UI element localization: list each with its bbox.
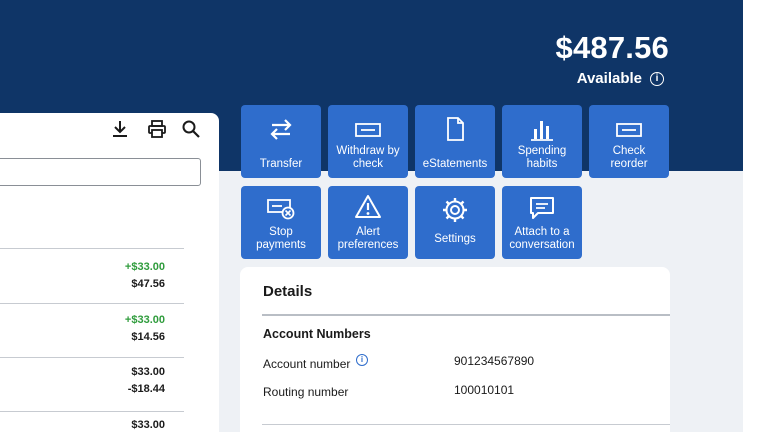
transaction-balance: -$18.44 <box>127 383 165 395</box>
account-numbers-heading: Account Numbers <box>263 327 371 341</box>
spending-label-line1: Spending <box>517 145 567 157</box>
check-icon <box>616 123 642 137</box>
account-number-label: Account number <box>263 357 351 371</box>
details-divider <box>262 424 670 425</box>
account-number-value: 901234567890 <box>454 354 535 368</box>
stop-payments-button[interactable]: Stop payments <box>241 186 321 259</box>
routing-number-label: Routing number <box>263 385 349 399</box>
transfer-label: Transfer <box>260 158 302 171</box>
estatements-label: eStatements <box>423 158 488 171</box>
chat-bubble-icon <box>530 197 554 219</box>
attach-label-line1: Attach to a <box>514 226 570 238</box>
settings-label-text: Settings <box>434 233 476 245</box>
download-icon[interactable] <box>110 119 130 139</box>
reorder-label: Check reorder <box>610 145 647 171</box>
bar-chart-icon <box>531 121 553 141</box>
transaction-divider <box>0 357 184 358</box>
spending-habits-button[interactable]: Spending habits <box>502 105 582 178</box>
stop-payment-icon <box>267 199 295 220</box>
stop-label: Stop payments <box>256 226 306 252</box>
warning-icon <box>355 195 381 218</box>
estatements-label-text: eStatements <box>422 158 488 170</box>
reorder-label-line2: reorder <box>610 158 648 170</box>
transfer-icon <box>270 119 292 140</box>
details-divider <box>262 314 670 316</box>
alert-label-line2: preferences <box>337 239 399 251</box>
transfer-label-text: Transfer <box>259 158 303 170</box>
attach-label: Attach to a conversation <box>509 226 574 252</box>
right-gutter <box>743 0 768 432</box>
available-balance-label: Available i <box>577 70 664 87</box>
stop-label-line2: payments <box>256 239 306 251</box>
settings-button[interactable]: Settings <box>415 186 495 259</box>
check-reorder-button[interactable]: Check reorder <box>589 105 669 178</box>
spending-label-line2: habits <box>526 158 558 170</box>
print-icon[interactable] <box>147 119 167 139</box>
info-icon[interactable]: i <box>650 71 664 86</box>
transaction-balance: $47.56 <box>131 278 165 290</box>
document-icon <box>447 117 464 141</box>
transaction-amount: $33.00 <box>131 366 165 378</box>
alert-label: Alert preferences <box>338 226 399 252</box>
available-label-text: Available <box>576 70 642 87</box>
withdraw-by-check-button[interactable]: Withdraw by check <box>328 105 408 178</box>
check-icon <box>355 123 381 137</box>
transaction-search-input[interactable] <box>0 158 201 186</box>
info-icon[interactable]: i <box>356 354 368 366</box>
details-title: Details <box>263 283 313 300</box>
search-icon[interactable] <box>181 119 201 139</box>
transaction-divider <box>0 248 184 249</box>
withdraw-label: Withdraw by check <box>336 145 399 171</box>
alert-label-line1: Alert <box>356 226 380 238</box>
reorder-label-line1: Check <box>612 145 646 157</box>
transaction-divider <box>0 411 184 412</box>
transaction-divider <box>0 303 184 304</box>
stop-label-line1: Stop <box>269 226 293 238</box>
transfer-button[interactable]: Transfer <box>241 105 321 178</box>
gear-icon <box>443 198 467 222</box>
transaction-balance: $14.56 <box>131 331 165 343</box>
attach-label-line2: conversation <box>509 239 575 251</box>
spending-label: Spending habits <box>518 145 567 171</box>
estatements-button[interactable]: eStatements <box>415 105 495 178</box>
settings-label: Settings <box>434 233 476 252</box>
available-balance-amount: $487.56 <box>555 30 669 65</box>
withdraw-label-line1: Withdraw by <box>336 145 400 157</box>
transaction-amount: +$33.00 <box>124 314 165 326</box>
alert-preferences-button[interactable]: Alert preferences <box>328 186 408 259</box>
routing-number-value: 100010101 <box>454 383 515 397</box>
withdraw-label-line2: check <box>352 158 384 170</box>
attach-to-conversation-button[interactable]: Attach to a conversation <box>502 186 582 259</box>
transaction-amount: +$33.00 <box>124 261 165 273</box>
transaction-amount: $33.00 <box>131 419 165 431</box>
app-stage: $487.56 Available i +$33.00 $47.56 +$33.… <box>0 0 768 432</box>
